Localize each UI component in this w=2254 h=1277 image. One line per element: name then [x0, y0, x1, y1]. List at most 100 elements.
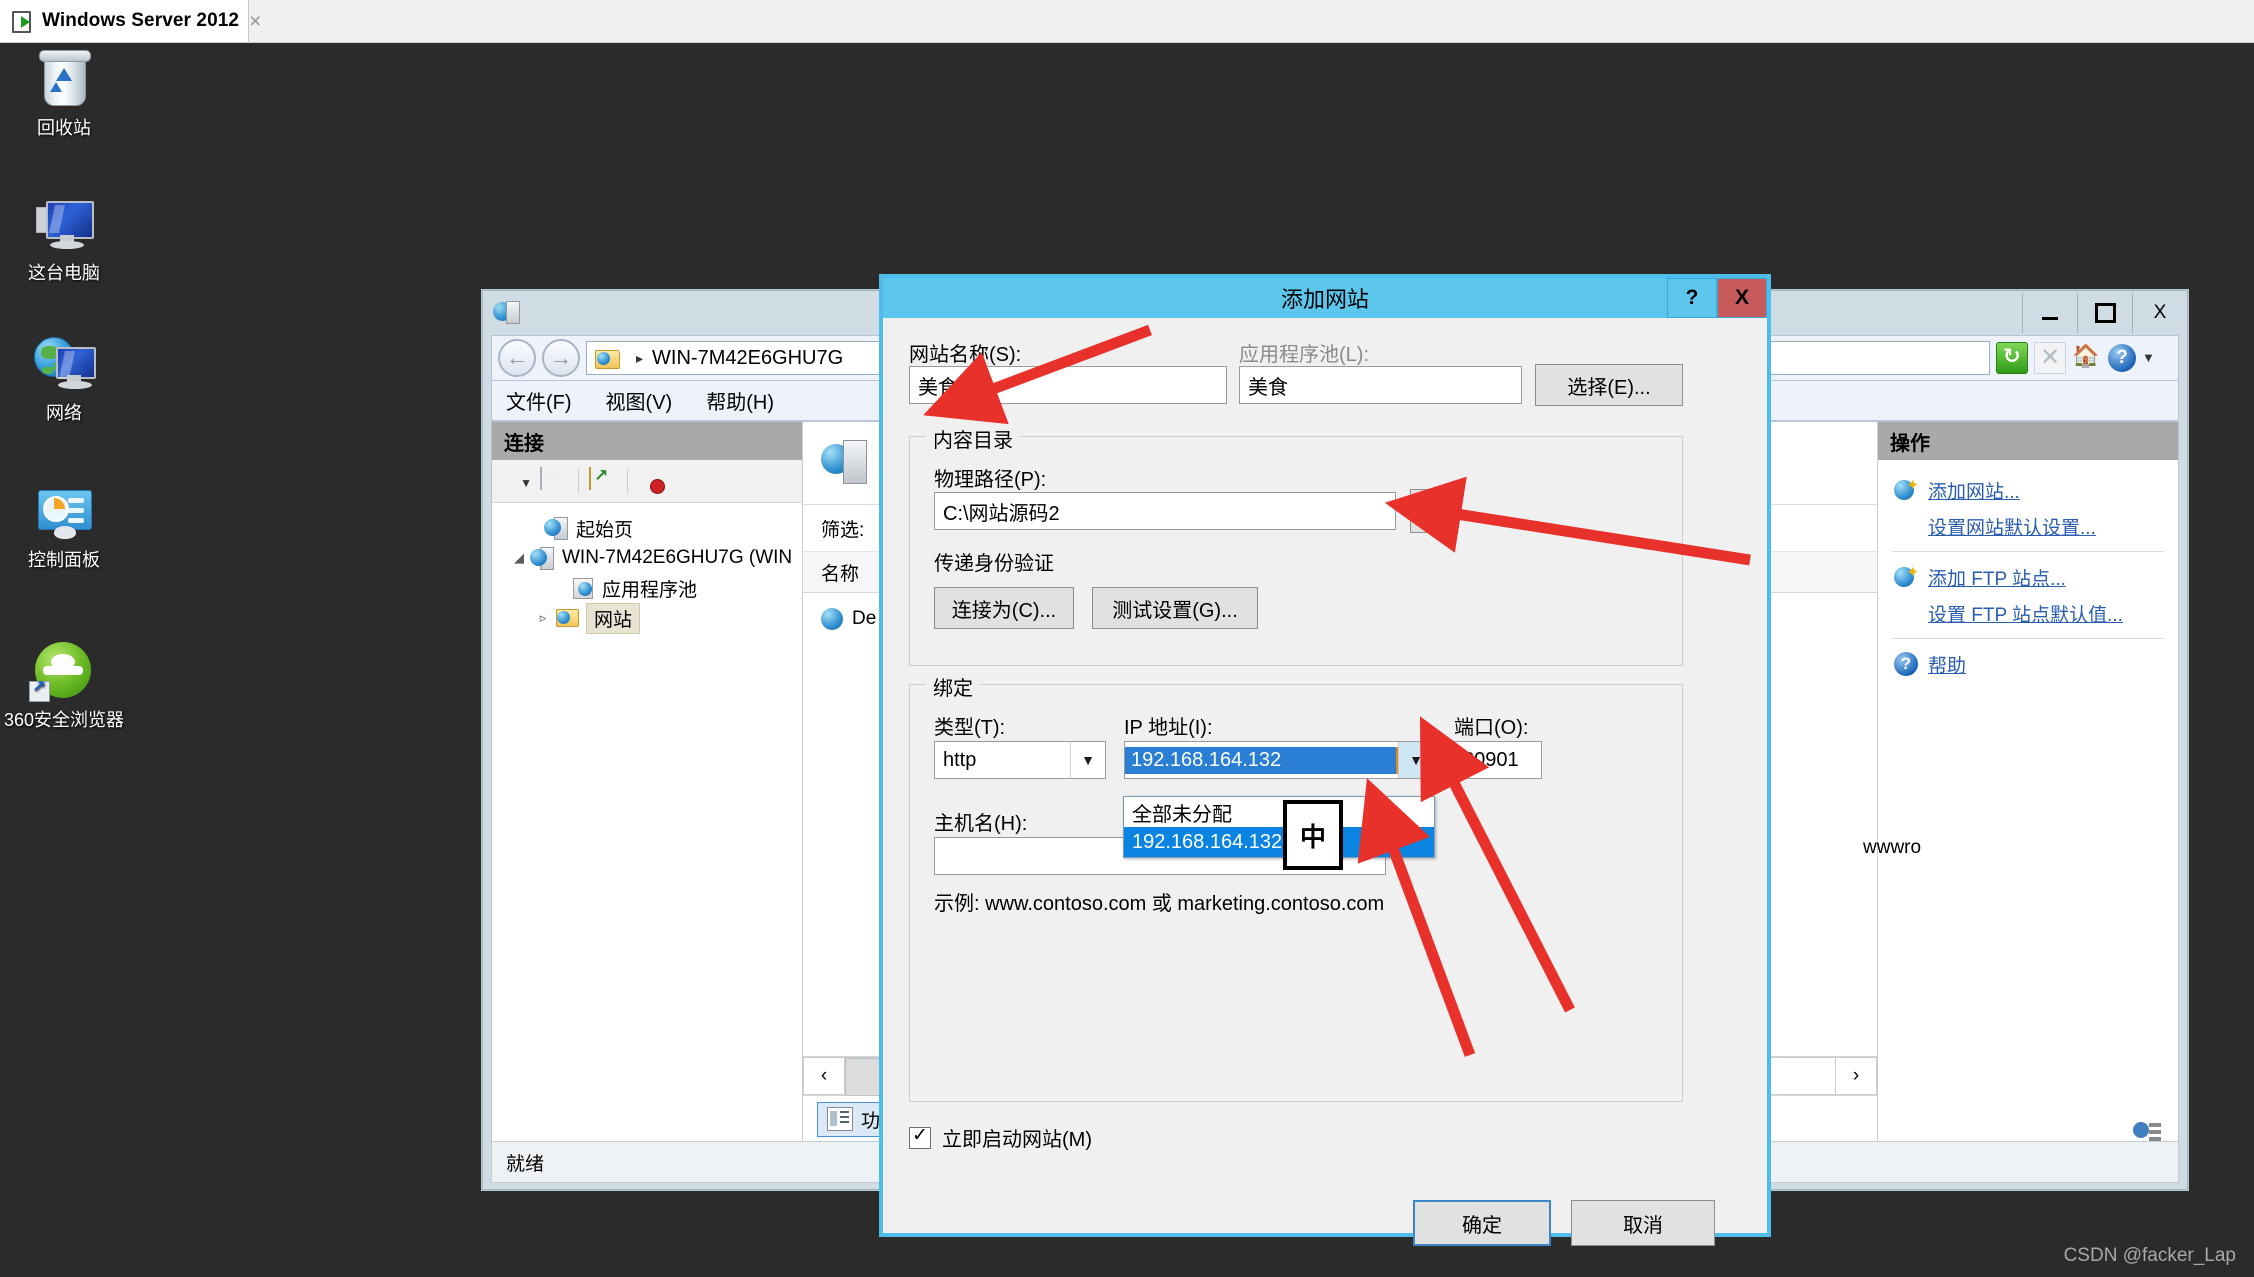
desktop-icon-control-panel[interactable]: 控制面板 — [5, 480, 123, 571]
chevron-down-icon[interactable]: ▼ — [1070, 742, 1105, 778]
chevron-down-icon[interactable]: ▼ — [1398, 742, 1433, 778]
ip-option-address[interactable]: 192.168.164.132 — [1124, 827, 1434, 857]
tree-twisty[interactable]: ▹ — [532, 610, 554, 626]
app-pool-input[interactable]: 美食 — [1239, 366, 1522, 404]
connections-pane: 连接 ▼ 起始页 ◢ WIN-7M42E6GHU7G (WIN — [492, 422, 803, 1142]
connect-as-button[interactable]: 连接为(C)... — [934, 587, 1074, 629]
desktop-icon-360-browser[interactable]: 360安全浏览器 — [0, 640, 128, 731]
site-path-text: wwwro — [1863, 837, 1922, 858]
binding-type-select[interactable]: http ▼ — [934, 741, 1106, 779]
menu-item-file[interactable]: 文件(F) — [506, 386, 572, 415]
port-input[interactable]: 80901 — [1454, 741, 1542, 779]
vm-tab-windows-server-2012[interactable]: Windows Server 2012 × — [0, 0, 261, 42]
breadcrumb-server-label: WIN-7M42E6GHU7G — [652, 346, 844, 369]
vm-host-tabbar: Windows Server 2012 × — [0, 0, 2254, 43]
resize-grip-icon[interactable] — [2129, 1117, 2163, 1143]
browse-path-button[interactable]: ... — [1410, 489, 1458, 533]
menu-item-view[interactable]: 视图(V) — [606, 386, 673, 415]
connect-to-site-icon[interactable] — [589, 467, 617, 494]
ip-address-select[interactable]: 192.168.164.132 ▼ — [1124, 741, 1434, 779]
add-ftp-site-icon: ✦ — [1894, 564, 1919, 589]
tree-item-label: 应用程序池 — [602, 579, 698, 601]
tree-item-sites[interactable]: ▹ 网站 — [508, 602, 802, 634]
window-controls: X — [2022, 293, 2187, 333]
scroll-right-button[interactable]: › — [1835, 1057, 1877, 1095]
toolbar-divider — [627, 469, 628, 493]
dialog-help-button[interactable]: ? — [1667, 278, 1717, 318]
action-label: 帮助 — [1928, 655, 1967, 677]
connections-header: 连接 — [492, 422, 802, 460]
action-help[interactable]: ? 帮助 — [1878, 646, 2178, 682]
minimize-button[interactable] — [2022, 293, 2077, 333]
close-button[interactable]: X — [2132, 293, 2187, 333]
tree-item-app-pools[interactable]: 应用程序池 — [508, 573, 802, 603]
desktop-icon-label: 这台电脑 — [28, 263, 100, 283]
passthrough-auth-label: 传递身份验证 — [934, 553, 1054, 575]
physical-path-label: 物理路径(P): — [934, 469, 1047, 491]
host-example-text: 示例: www.contoso.com 或 marketing.contoso.… — [934, 893, 1385, 915]
sites-header-icon — [821, 440, 867, 486]
port-label: 端口(O): — [1454, 717, 1529, 739]
recycle-bin-icon — [32, 48, 96, 112]
cancel-button[interactable]: 取消 — [1571, 1200, 1715, 1246]
action-set-site-defaults[interactable]: 设置网站默认设置... — [1878, 508, 2178, 544]
site-name-label: 网站名称(S): — [909, 344, 1022, 366]
vm-screen-play-icon — [12, 11, 34, 33]
network-icon — [32, 333, 96, 397]
help-icon: ? — [1894, 652, 1918, 676]
actions-pane: 操作 ✦ 添加网站... 设置网站默认设置... ✦ 添加 FTP 站点... … — [1877, 422, 2178, 1142]
ip-option-all-unassigned[interactable]: 全部未分配 — [1124, 797, 1434, 827]
desktop-icon-label: 回收站 — [37, 118, 91, 138]
back-button[interactable]: ← — [498, 339, 536, 377]
menu-item-help[interactable]: 帮助(H) — [706, 386, 774, 415]
content-directory-group: 内容目录 物理路径(P): C:\网站源码2 ... 传递身份验证 连接为(C)… — [909, 424, 1683, 666]
tree-item-server[interactable]: ◢ WIN-7M42E6GHU7G (WIN — [508, 543, 802, 573]
binding-type-value: http — [943, 748, 977, 771]
disconnect-icon[interactable] — [638, 468, 666, 494]
ip-address-label: IP 地址(I): — [1124, 717, 1213, 739]
site-name-input[interactable]: 美食 — [909, 366, 1227, 404]
dialog-close-button[interactable]: X — [1717, 278, 1767, 318]
tree-twisty[interactable]: ◢ — [508, 550, 530, 566]
ok-button[interactable]: 确定 — [1413, 1200, 1551, 1246]
ip-address-dropdown-list[interactable]: 全部未分配 192.168.164.132 — [1123, 796, 1435, 858]
stop-icon[interactable]: ✕ — [2034, 342, 2066, 374]
select-app-pool-button[interactable]: 选择(E)... — [1535, 364, 1683, 406]
site-icon — [821, 608, 843, 630]
content-directory-group-title: 内容目录 — [926, 424, 1020, 453]
shortcut-arrow-icon — [29, 679, 50, 702]
dropdown-caret-icon[interactable]: ▼ — [2142, 343, 2172, 373]
desktop-icon-this-pc[interactable]: 这台电脑 — [5, 193, 123, 284]
close-icon[interactable]: × — [249, 11, 261, 32]
start-website-checkbox[interactable] — [909, 1124, 931, 1149]
start-website-immediately-row[interactable]: 立即启动网站(M) — [909, 1123, 1092, 1152]
action-label: 添加网站... — [1928, 481, 2020, 503]
divider — [1892, 638, 2164, 639]
binding-group: 绑定 类型(T): http ▼ IP 地址(I): 192.168.164.1… — [909, 672, 1683, 1102]
add-website-dialog: 添加网站 ? X 网站名称(S): 应用程序池(L): 美食 美食 选择(E).… — [879, 274, 1771, 1246]
connect-globe-icon[interactable]: ▼ — [502, 468, 532, 494]
action-add-ftp-site[interactable]: ✦ 添加 FTP 站点... — [1878, 559, 2178, 595]
refresh-icon[interactable] — [1996, 342, 2028, 374]
action-add-site[interactable]: ✦ 添加网站... — [1878, 472, 2178, 508]
tree-item-start-page[interactable]: 起始页 — [508, 513, 802, 543]
site-path-cell: wwwro — [1863, 832, 1921, 864]
home-icon[interactable] — [2072, 343, 2102, 373]
desktop-icon-network[interactable]: 网络 — [5, 333, 123, 424]
forward-button[interactable]: → — [542, 339, 580, 377]
action-label: 设置 FTP 站点默认值... — [1928, 604, 2123, 626]
save-icon[interactable] — [540, 467, 568, 494]
binding-group-title: 绑定 — [926, 672, 980, 701]
help-icon[interactable]: ? — [2108, 344, 2136, 372]
tree-item-label: 网站 — [586, 602, 641, 634]
site-name-value: 美食 — [918, 376, 958, 399]
test-settings-button[interactable]: 测试设置(G)... — [1092, 587, 1258, 629]
server-folder-icon — [595, 348, 620, 369]
physical-path-input[interactable]: C:\网站源码2 — [934, 492, 1396, 530]
scroll-left-button[interactable]: ‹ — [803, 1057, 845, 1095]
maximize-button[interactable] — [2077, 293, 2132, 333]
port-value: 80901 — [1463, 748, 1519, 771]
dialog-title: 添加网站 — [1280, 287, 1369, 312]
action-set-ftp-defaults[interactable]: 设置 FTP 站点默认值... — [1878, 595, 2178, 631]
desktop-icon-recycle-bin[interactable]: 回收站 — [5, 48, 123, 139]
